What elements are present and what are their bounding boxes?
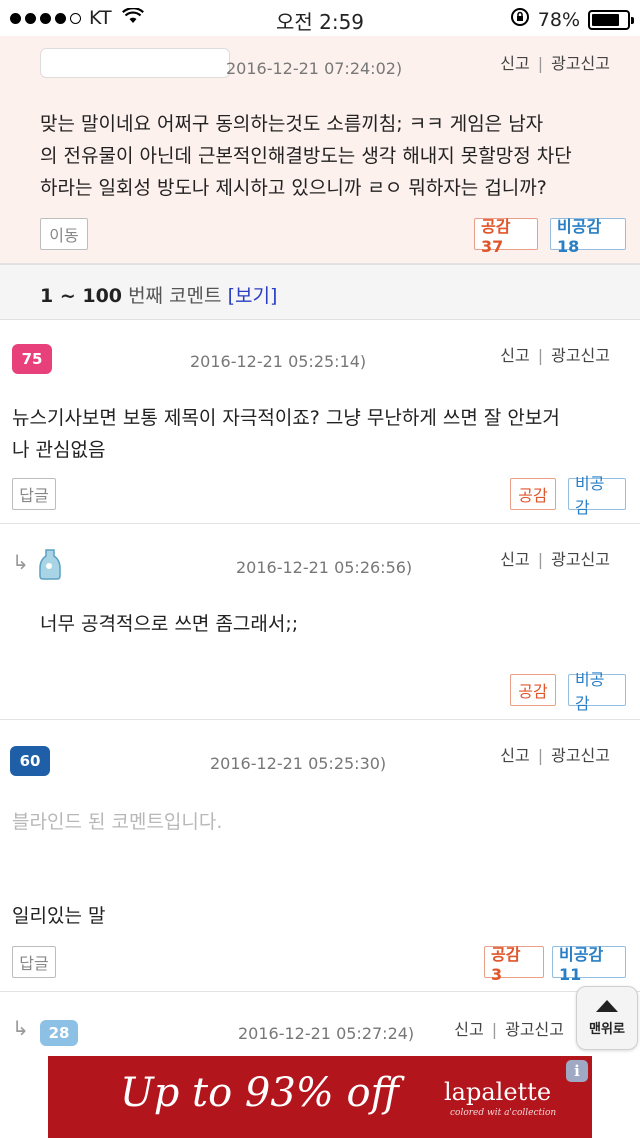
comment-timestamp: 2016-12-21 05:26:56) bbox=[236, 558, 413, 577]
comment-timestamp: 2016-12-21 07:24:02) bbox=[226, 59, 403, 78]
like-button[interactable]: 공감 bbox=[510, 674, 556, 706]
scroll-to-top-label: 맨위로 bbox=[589, 1021, 625, 1037]
comment-text: 일리있는 말 bbox=[12, 905, 106, 927]
view-comments-link[interactable]: [보기] bbox=[228, 285, 278, 307]
comment-text: 너무 공격적으로 쓰면 좀그래서;; bbox=[40, 613, 299, 635]
battery-icon bbox=[588, 9, 634, 30]
reply-arrow-icon: ↳ bbox=[12, 550, 29, 574]
arrow-up-icon bbox=[596, 999, 618, 1012]
ad-report-link[interactable]: 광고신고 bbox=[551, 550, 610, 569]
like-button[interactable]: 공감 3 bbox=[484, 945, 544, 984]
comment-report-links: 신고 | 광고신고 bbox=[500, 346, 610, 365]
report-link[interactable]: 신고 bbox=[500, 550, 529, 569]
author-name-redacted bbox=[60, 336, 188, 366]
comment-report-links: 신고 | 광고신고 bbox=[500, 550, 610, 569]
comment-item: 75 2016-12-21 05:25:14) 신고 | 광고신고 뉴스기사보면 보… bbox=[0, 320, 640, 524]
battery-area: 78% bbox=[510, 7, 634, 32]
ad-report-link[interactable]: 광고신고 bbox=[505, 1020, 564, 1039]
ad-brand-logo: lapalette bbox=[444, 1078, 552, 1106]
comment-range-text: 1 ~ 100 번째 코멘트 [보기] bbox=[40, 281, 277, 308]
reply-comment-item: ↳ 2016-12-21 05:26:56) 신고 | 광고신고 너무 공격적으로 … bbox=[0, 524, 640, 720]
blinded-comment-notice: 블라인드 된 코멘트입니다. bbox=[12, 811, 223, 833]
reply-arrow-icon: ↳ bbox=[12, 1016, 29, 1040]
dislike-button[interactable]: 비공감18 bbox=[550, 217, 626, 256]
ad-brand-tagline: colored wit a'collection bbox=[450, 1108, 557, 1118]
comment-report-links: 신고 | 광고신고 bbox=[500, 746, 610, 765]
ad-report-link[interactable]: 광고신고 bbox=[551, 346, 610, 365]
battery-percent: 78% bbox=[537, 8, 580, 31]
avatar-bottle-icon bbox=[38, 546, 62, 584]
comment-report-links: 신고 | 광고신고 bbox=[500, 54, 610, 73]
reply-button[interactable]: 답글 bbox=[12, 478, 56, 510]
dislike-button[interactable]: 비공감 bbox=[568, 474, 626, 517]
author-name-redacted bbox=[80, 1012, 238, 1042]
ad-headline: Up to 93% off bbox=[120, 1070, 399, 1116]
level-28-badge-icon: 28 bbox=[40, 1020, 78, 1046]
ad-report-link[interactable]: 광고신고 bbox=[551, 746, 610, 765]
scroll-to-top-button[interactable]: 맨위로 bbox=[576, 986, 638, 1050]
dislike-button[interactable]: 비공감 bbox=[568, 670, 626, 713]
comment-timestamp: 2016-12-21 05:25:30) bbox=[210, 754, 387, 773]
level-60-badge-icon: 60 bbox=[10, 746, 50, 776]
comment-text: 뉴스기사보면 보통 제목이 자극적이죠? 그냥 무난하게 쓰면 잘 안보거 나 … bbox=[12, 407, 560, 461]
comment-report-links: 신고 | 광고신고 bbox=[454, 1020, 564, 1039]
ad-banner[interactable]: Up to 93% off lapalette colored wit a'co… bbox=[48, 1056, 592, 1138]
level-75-badge-icon: 75 bbox=[12, 344, 52, 374]
dislike-button[interactable]: 비공감11 bbox=[552, 945, 626, 984]
ad-info-icon[interactable]: i bbox=[566, 1060, 588, 1082]
author-name-redacted bbox=[58, 738, 210, 768]
comment-item: 2016-12-21 07:24:02) 신고 | 광고신고 맞는 말이네요 어쩌구… bbox=[0, 36, 640, 264]
rotation-lock-icon bbox=[510, 7, 530, 32]
comment-timestamp: 2016-12-21 05:27:24) bbox=[238, 1024, 415, 1043]
comment-item: 60 2016-12-21 05:25:30) 신고 | 광고신고 블라인드 된 코… bbox=[0, 720, 640, 992]
like-button[interactable]: 공감 bbox=[510, 478, 556, 510]
move-button[interactable]: 이동 bbox=[40, 218, 88, 250]
author-name-redacted bbox=[40, 48, 230, 78]
reply-button[interactable]: 답글 bbox=[12, 946, 56, 978]
report-link[interactable]: 신고 bbox=[500, 746, 529, 765]
like-button[interactable]: 공감 37 bbox=[474, 217, 538, 256]
comment-range-bar: 1 ~ 100 번째 코멘트 [보기] bbox=[0, 264, 640, 320]
author-name-redacted bbox=[64, 544, 236, 574]
report-link[interactable]: 신고 bbox=[454, 1020, 483, 1039]
comment-timestamp: 2016-12-21 05:25:14) bbox=[190, 352, 367, 371]
ad-report-link[interactable]: 광고신고 bbox=[551, 54, 610, 73]
report-link[interactable]: 신고 bbox=[500, 54, 529, 73]
status-bar: KT 오전 2:59 78% bbox=[0, 0, 640, 36]
comment-text: 맞는 말이네요 어쩌구 동의하는것도 소름끼침; ㅋㅋ 게임은 남자 의 전유물… bbox=[40, 113, 572, 199]
comment-range: 1 ~ 100 bbox=[40, 285, 123, 307]
comment-range-label: 번째 코멘트 bbox=[128, 285, 222, 307]
report-link[interactable]: 신고 bbox=[500, 346, 529, 365]
